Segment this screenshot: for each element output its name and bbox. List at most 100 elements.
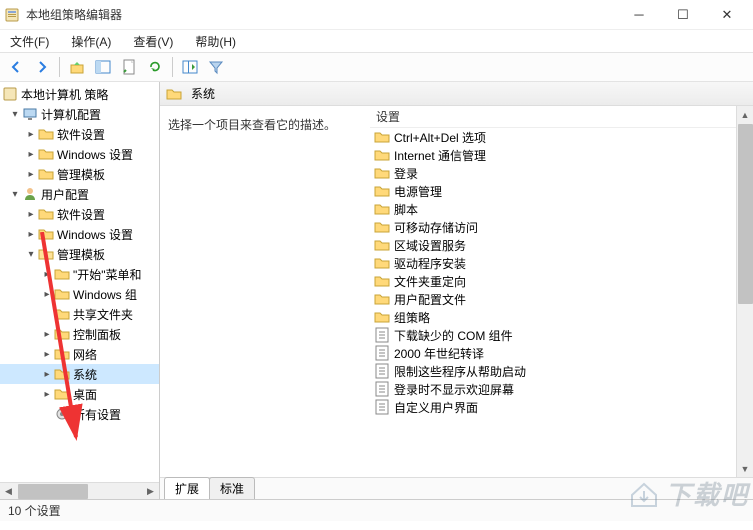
list-item[interactable]: 文件夹重定向 bbox=[370, 272, 736, 290]
collapse-icon[interactable]: ▾ bbox=[8, 189, 22, 200]
tree-label: 桌面 bbox=[73, 386, 97, 403]
folder-icon bbox=[54, 306, 70, 322]
menubar: 文件(F) 操作(A) 查看(V) 帮助(H) bbox=[0, 30, 753, 52]
expand-icon[interactable]: ▸ bbox=[24, 209, 38, 220]
list-item[interactable]: 登录 bbox=[370, 164, 736, 182]
tree-item[interactable]: ▸ 网络 bbox=[0, 344, 159, 364]
properties-button[interactable] bbox=[117, 55, 141, 79]
scroll-left-icon[interactable]: ◀ bbox=[0, 483, 17, 500]
list-item[interactable]: 区域设置服务 bbox=[370, 236, 736, 254]
folder-icon bbox=[374, 219, 390, 235]
tree-label: Windows 设置 bbox=[57, 146, 133, 163]
tree-item[interactable]: 所有设置 bbox=[0, 404, 159, 424]
detail-header: 系统 bbox=[160, 82, 753, 106]
forward-button[interactable] bbox=[30, 55, 54, 79]
list-item[interactable]: 自定义用户界面 bbox=[370, 398, 736, 416]
refresh-button[interactable] bbox=[143, 55, 167, 79]
show-hide-tree-button[interactable] bbox=[91, 55, 115, 79]
tree-computer-config[interactable]: ▾ 计算机配置 bbox=[0, 104, 159, 124]
tree-item[interactable]: ▸"开始"菜单和 bbox=[0, 264, 159, 284]
list-item-label: 用户配置文件 bbox=[394, 291, 466, 308]
tree-user-config[interactable]: ▾ 用户配置 bbox=[0, 184, 159, 204]
tree-item[interactable]: ▸软件设置 bbox=[0, 124, 159, 144]
tree-item[interactable]: ▸ 桌面 bbox=[0, 384, 159, 404]
list-item[interactable]: 脚本 bbox=[370, 200, 736, 218]
tree-item[interactable]: ▸软件设置 bbox=[0, 204, 159, 224]
expand-icon[interactable]: ▸ bbox=[40, 329, 54, 340]
scroll-thumb[interactable] bbox=[738, 124, 753, 304]
tab-standard[interactable]: 标准 bbox=[209, 477, 255, 499]
expand-icon[interactable]: ▸ bbox=[24, 149, 38, 160]
tree-admin-templates[interactable]: ▾管理模板 bbox=[0, 244, 159, 264]
folder-icon bbox=[38, 206, 54, 222]
list-item[interactable]: Internet 通信管理 bbox=[370, 146, 736, 164]
list-item[interactable]: Ctrl+Alt+Del 选项 bbox=[370, 128, 736, 146]
settings-icon bbox=[54, 406, 70, 422]
list-item[interactable]: 驱动程序安装 bbox=[370, 254, 736, 272]
tree-h-scrollbar[interactable]: ◀ ▶ bbox=[0, 482, 159, 499]
tree-item[interactable]: ▸Windows 组 bbox=[0, 284, 159, 304]
list-item[interactable]: 电源管理 bbox=[370, 182, 736, 200]
tree-label: 管理模板 bbox=[57, 166, 105, 183]
scroll-up-icon[interactable]: ▲ bbox=[737, 106, 753, 123]
back-button[interactable] bbox=[4, 55, 28, 79]
folder-icon bbox=[166, 86, 182, 102]
detail-title: 系统 bbox=[191, 85, 215, 102]
tab-extended[interactable]: 扩展 bbox=[164, 477, 210, 499]
list-item[interactable]: 用户配置文件 bbox=[370, 290, 736, 308]
menu-help[interactable]: 帮助(H) bbox=[191, 31, 240, 52]
expand-icon[interactable]: ▸ bbox=[40, 389, 54, 400]
tree-label: 网络 bbox=[73, 346, 97, 363]
list-item[interactable]: 组策略 bbox=[370, 308, 736, 326]
tree-item[interactable]: ▸ Windows 设置 bbox=[0, 144, 159, 164]
scroll-right-icon[interactable]: ▶ bbox=[142, 483, 159, 500]
list-item-label: 登录 bbox=[394, 165, 418, 182]
column-header-setting[interactable]: 设置 bbox=[370, 106, 736, 128]
expand-icon[interactable]: ▸ bbox=[24, 129, 38, 140]
expand-icon[interactable]: ▸ bbox=[40, 349, 54, 360]
tree-label: 计算机配置 bbox=[41, 106, 101, 123]
list-item-label: 2000 年世纪转译 bbox=[394, 345, 484, 362]
list-item[interactable]: 限制这些程序从帮助启动 bbox=[370, 362, 736, 380]
list-item-label: Internet 通信管理 bbox=[394, 147, 486, 164]
statusbar: 10 个设置 bbox=[0, 499, 753, 521]
folder-icon bbox=[374, 273, 390, 289]
list-item-label: 驱动程序安装 bbox=[394, 255, 466, 272]
tree-item-system[interactable]: ▸系统 bbox=[0, 364, 159, 384]
expand-icon[interactable]: ▸ bbox=[40, 369, 54, 380]
collapse-icon[interactable]: ▾ bbox=[8, 109, 22, 120]
list-item[interactable]: 登录时不显示欢迎屏幕 bbox=[370, 380, 736, 398]
expand-icon[interactable]: ▸ bbox=[40, 289, 54, 300]
expand-icon[interactable]: ▸ bbox=[40, 269, 54, 280]
scroll-thumb[interactable] bbox=[18, 484, 88, 499]
menu-action[interactable]: 操作(A) bbox=[67, 31, 115, 52]
tree-item[interactable]: 共享文件夹 bbox=[0, 304, 159, 324]
list-item-label: 文件夹重定向 bbox=[394, 273, 466, 290]
help-button[interactable] bbox=[178, 55, 202, 79]
collapse-icon[interactable]: ▾ bbox=[24, 249, 38, 260]
expand-icon[interactable]: ▸ bbox=[24, 229, 38, 240]
filter-button[interactable] bbox=[204, 55, 228, 79]
menu-file[interactable]: 文件(F) bbox=[6, 31, 53, 52]
tree-panel[interactable]: 本地计算机 策略 ▾ 计算机配置 ▸软件设置 ▸ Windows 设置 ▸ 管理模板… bbox=[0, 82, 160, 499]
titlebar: 本地组策略编辑器 ─ ☐ ✕ bbox=[0, 0, 753, 30]
tree-item[interactable]: ▸ 管理模板 bbox=[0, 164, 159, 184]
folder-icon bbox=[374, 309, 390, 325]
close-button[interactable]: ✕ bbox=[705, 1, 749, 29]
folder-icon bbox=[54, 286, 70, 302]
tree-item[interactable]: ▸Windows 设置 bbox=[0, 224, 159, 244]
list-item[interactable]: 2000 年世纪转译 bbox=[370, 344, 736, 362]
minimize-button[interactable]: ─ bbox=[617, 1, 661, 29]
list-item[interactable]: 下载缺少的 COM 组件 bbox=[370, 326, 736, 344]
list-item[interactable]: 可移动存储访问 bbox=[370, 218, 736, 236]
expand-icon[interactable]: ▸ bbox=[24, 169, 38, 180]
list-v-scrollbar[interactable]: ▲ ▼ bbox=[736, 106, 753, 477]
tree-label: 本地计算机 策略 bbox=[21, 86, 108, 103]
tree-root[interactable]: 本地计算机 策略 bbox=[0, 84, 159, 104]
up-button[interactable] bbox=[65, 55, 89, 79]
maximize-button[interactable]: ☐ bbox=[661, 1, 705, 29]
scroll-down-icon[interactable]: ▼ bbox=[737, 460, 753, 477]
menu-view[interactable]: 查看(V) bbox=[129, 31, 177, 52]
folder-icon bbox=[38, 166, 54, 182]
tree-item[interactable]: ▸控制面板 bbox=[0, 324, 159, 344]
